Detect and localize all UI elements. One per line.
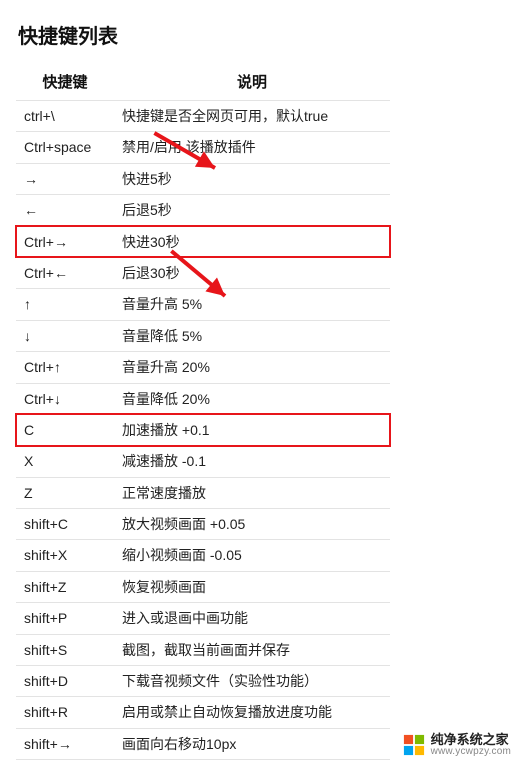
table-row: shift+P进入或退画中画功能 <box>16 603 390 634</box>
watermark: 纯净系统之家 www.ycwpzy.com <box>403 733 511 757</box>
cell-key: shift+← <box>16 760 114 767</box>
table-row: ←后退5秒 <box>16 195 390 226</box>
cell-key: → <box>16 163 114 194</box>
cell-desc: 加速播放 +0.1 <box>114 414 390 445</box>
cell-desc: 进入或退画中画功能 <box>114 603 390 634</box>
cell-desc: 禁用/启用 该播放插件 <box>114 132 390 163</box>
table-row: shift+S截图，截取当前画面并保存 <box>16 634 390 665</box>
cell-desc: 启用或禁止自动恢复播放进度功能 <box>114 697 390 728</box>
cell-key: Ctrl+↓ <box>16 383 114 414</box>
table-row: shift+Z恢复视频画面 <box>16 571 390 602</box>
table-row: shift+C放大视频画面 +0.05 <box>16 509 390 540</box>
cell-key: X <box>16 446 114 477</box>
table-header-row: 快捷键 说明 <box>16 65 390 101</box>
cell-key: ← <box>16 195 114 226</box>
table-row: ↑音量升高 5% <box>16 289 390 320</box>
table-row: Ctrl+↑音量升高 20% <box>16 352 390 383</box>
cell-desc: 快进30秒 <box>114 226 390 257</box>
table-row: shift+←画面向左移动10px <box>16 760 390 767</box>
cell-key: Ctrl+→ <box>16 226 114 257</box>
cell-desc: 缩小视频画面 -0.05 <box>114 540 390 571</box>
cell-key: ↑ <box>16 289 114 320</box>
cell-key: shift+S <box>16 634 114 665</box>
cell-key: Ctrl+↑ <box>16 352 114 383</box>
col-header-key: 快捷键 <box>16 65 114 101</box>
table-row: ctrl+\快捷键是否全网页可用，默认true <box>16 101 390 132</box>
table-row: shift+X缩小视频画面 -0.05 <box>16 540 390 571</box>
windows-logo-icon <box>403 734 425 756</box>
cell-desc: 画面向左移动10px <box>114 760 390 767</box>
cell-key: shift+R <box>16 697 114 728</box>
cell-key: shift+P <box>16 603 114 634</box>
table-row: Ctrl+←后退30秒 <box>16 257 390 288</box>
cell-desc: 音量降低 5% <box>114 320 390 351</box>
cell-key: ↓ <box>16 320 114 351</box>
cell-key: shift+C <box>16 509 114 540</box>
table-row: Ctrl+↓音量降低 20% <box>16 383 390 414</box>
table-row: shift+→画面向右移动10px <box>16 728 390 759</box>
table-row: C加速播放 +0.1 <box>16 414 390 445</box>
cell-desc: 放大视频画面 +0.05 <box>114 509 390 540</box>
cell-key: Ctrl+space <box>16 132 114 163</box>
cell-desc: 截图，截取当前画面并保存 <box>114 634 390 665</box>
cell-desc: 音量降低 20% <box>114 383 390 414</box>
page-title: 快捷键列表 <box>18 20 503 49</box>
col-header-desc: 说明 <box>114 65 390 101</box>
watermark-name: 纯净系统之家 <box>431 733 511 747</box>
cell-key: Z <box>16 477 114 508</box>
table-row: →快进5秒 <box>16 163 390 194</box>
cell-key: shift+Z <box>16 571 114 602</box>
table-row: ↓音量降低 5% <box>16 320 390 351</box>
shortcut-table: 快捷键 说明 ctrl+\快捷键是否全网页可用，默认trueCtrl+space… <box>16 65 390 767</box>
cell-desc: 音量升高 20% <box>114 352 390 383</box>
cell-desc: 后退30秒 <box>114 257 390 288</box>
cell-key: shift+X <box>16 540 114 571</box>
cell-desc: 快捷键是否全网页可用，默认true <box>114 101 390 132</box>
cell-key: ctrl+\ <box>16 101 114 132</box>
table-row: X减速播放 -0.1 <box>16 446 390 477</box>
cell-desc: 快进5秒 <box>114 163 390 194</box>
cell-desc: 恢复视频画面 <box>114 571 390 602</box>
cell-key: C <box>16 414 114 445</box>
table-row: Ctrl+space禁用/启用 该播放插件 <box>16 132 390 163</box>
watermark-url: www.ycwpzy.com <box>431 747 511 758</box>
table-row: Ctrl+→快进30秒 <box>16 226 390 257</box>
cell-desc: 后退5秒 <box>114 195 390 226</box>
cell-key: shift+D <box>16 666 114 697</box>
table-row: shift+D下载音视频文件（实验性功能） <box>16 666 390 697</box>
cell-key: shift+→ <box>16 728 114 759</box>
table-row: Z正常速度播放 <box>16 477 390 508</box>
cell-desc: 下载音视频文件（实验性功能） <box>114 666 390 697</box>
cell-key: Ctrl+← <box>16 257 114 288</box>
table-row: shift+R启用或禁止自动恢复播放进度功能 <box>16 697 390 728</box>
cell-desc: 音量升高 5% <box>114 289 390 320</box>
cell-desc: 减速播放 -0.1 <box>114 446 390 477</box>
cell-desc: 正常速度播放 <box>114 477 390 508</box>
cell-desc: 画面向右移动10px <box>114 728 390 759</box>
